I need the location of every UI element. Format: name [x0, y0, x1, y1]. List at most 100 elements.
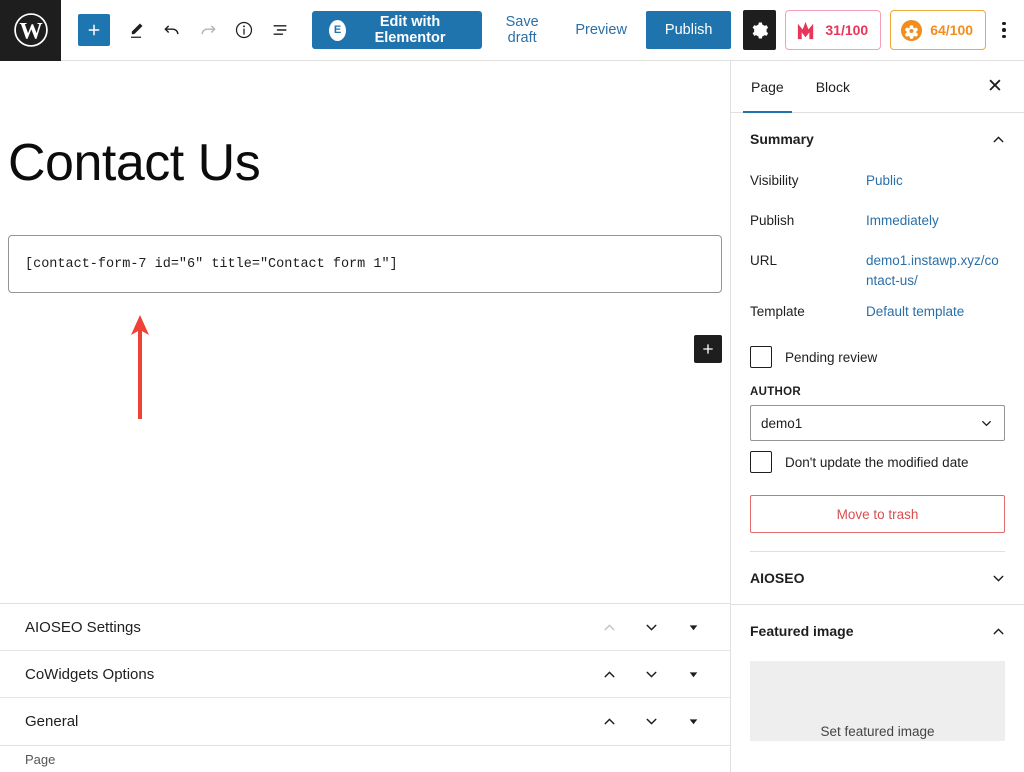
kebab-dot: [1002, 21, 1006, 26]
list-view-icon: [273, 25, 287, 35]
elementor-button-label: Edit with Elementor: [374, 14, 446, 46]
triangle-down-icon: [689, 671, 697, 677]
add-block-button[interactable]: [78, 14, 110, 46]
seo-score-badge[interactable]: 31/100: [785, 10, 882, 50]
move-up-button[interactable]: [588, 702, 630, 742]
preview-button[interactable]: Preview: [562, 12, 640, 48]
visibility-label: Visibility: [750, 173, 799, 188]
meta-box-title: CoWidgets Options: [25, 665, 155, 683]
elementor-logo-icon: E: [329, 19, 347, 41]
sidebar-tabs: Page Block ✕: [731, 61, 1024, 113]
dont-update-date-label: Don't update the modified date: [785, 454, 969, 470]
save-draft-button[interactable]: Save draft: [482, 12, 562, 48]
chevron-down-icon: [646, 671, 656, 678]
publish-button[interactable]: Publish: [645, 11, 732, 49]
performance-gear-icon: [901, 19, 923, 41]
settings-button[interactable]: [743, 10, 777, 50]
toolbar-left-tools: [61, 12, 298, 48]
meta-boxes-area: AIOSEO Settings CoWidgets Options Genera…: [0, 603, 730, 745]
chevron-up-icon: [604, 670, 614, 677]
meta-box-row[interactable]: AIOSEO Settings: [0, 604, 730, 651]
featured-image-section-header[interactable]: Featured image: [731, 605, 1024, 657]
url-value[interactable]: demo1.instawp.xyz/contact-us/: [866, 251, 1005, 290]
author-label: AUTHOR: [750, 386, 801, 399]
chevron-down-icon: [990, 570, 1007, 587]
move-down-button[interactable]: [630, 702, 672, 742]
undo-button[interactable]: [154, 12, 190, 48]
wordpress-logo[interactable]: W: [0, 0, 61, 61]
toggle-panel-button[interactable]: [672, 654, 714, 694]
toggle-panel-button[interactable]: [672, 702, 714, 742]
pending-review-label: Pending review: [785, 349, 878, 365]
triangle-down-icon: [689, 624, 697, 630]
tab-block[interactable]: Block: [800, 61, 866, 112]
url-label: URL: [750, 253, 778, 268]
rankmath-logo-icon: [798, 21, 814, 39]
visibility-value[interactable]: Public: [866, 171, 903, 191]
kebab-dot: [1002, 28, 1006, 32]
performance-score-badge[interactable]: 64/100: [890, 10, 987, 50]
featured-image-title: Featured image: [750, 623, 854, 640]
toggle-panel-button[interactable]: [672, 607, 714, 647]
chevron-down-icon: [982, 420, 991, 426]
summary-title: Summary: [750, 131, 814, 147]
move-up-button[interactable]: [588, 654, 630, 694]
close-sidebar-button[interactable]: ✕: [976, 61, 1014, 112]
publish-value[interactable]: Immediately: [866, 211, 939, 231]
triangle-down-icon: [689, 719, 697, 725]
gear-icon: [753, 22, 769, 38]
breadcrumb-label[interactable]: Page: [25, 752, 55, 767]
template-value[interactable]: Default template: [866, 302, 964, 322]
chevron-down-icon: [646, 718, 656, 725]
template-row: Template Default template: [750, 296, 1005, 336]
author-select[interactable]: demo1: [750, 405, 1005, 442]
author-value: demo1: [761, 415, 803, 431]
details-info-icon: [235, 21, 253, 39]
shortcode-text: [contact-form-7 id="6" title="Contact fo…: [25, 256, 398, 272]
wordpress-block-editor: W E Edit with Elementor Save draft Previ…: [0, 0, 1024, 772]
details-button[interactable]: [226, 12, 262, 48]
svg-text:W: W: [19, 19, 42, 45]
move-down-button[interactable]: [630, 654, 672, 694]
move-up-button[interactable]: [588, 607, 630, 647]
edit-pencil-icon: [131, 23, 143, 38]
summary-section-header[interactable]: Summary: [731, 113, 1024, 165]
redo-icon: [201, 25, 216, 35]
tab-page[interactable]: Page: [735, 61, 800, 113]
settings-sidebar: Page Block ✕ Summary Visibility Public P…: [731, 61, 1024, 772]
publish-row: Publish Immediately: [750, 205, 1005, 245]
aioseo-section-header[interactable]: AIOSEO: [731, 552, 1024, 604]
chevron-down-icon: [646, 624, 656, 631]
set-featured-image-label: Set featured image: [820, 724, 935, 740]
meta-box-row[interactable]: General: [0, 698, 730, 745]
block-inserter-button[interactable]: [694, 335, 722, 363]
more-options-button[interactable]: [990, 10, 1018, 50]
chevron-up-icon: [604, 623, 614, 630]
breadcrumb: Page: [0, 745, 730, 772]
editor-canvas: Contact Us [contact-form-7 id="6" title=…: [0, 61, 731, 772]
meta-box-title: AIOSEO Settings: [25, 618, 141, 636]
aioseo-title: AIOSEO: [750, 570, 805, 587]
dont-update-date-checkbox[interactable]: [750, 451, 772, 474]
chevron-up-icon: [990, 131, 1007, 148]
meta-box-title: General: [25, 713, 79, 730]
set-featured-image-button[interactable]: Set featured image: [750, 661, 1005, 742]
move-down-button[interactable]: [630, 607, 672, 647]
chevron-up-icon: [604, 718, 614, 725]
list-view-button[interactable]: [262, 12, 298, 48]
summary-body: Visibility Public Publish Immediately UR…: [731, 165, 1024, 553]
dont-update-date-row: Don't update the modified date: [750, 441, 1005, 479]
editor-toolbar: W E Edit with Elementor Save draft Previ…: [0, 0, 1024, 61]
performance-score-value: 64/100: [930, 22, 974, 38]
shortcode-block[interactable]: [contact-form-7 id="6" title="Contact fo…: [8, 235, 722, 293]
redo-button[interactable]: [190, 12, 226, 48]
edit-mode-button[interactable]: [118, 12, 154, 48]
pending-review-checkbox[interactable]: [750, 346, 772, 369]
annotation-arrow-icon: [131, 315, 149, 419]
move-to-trash-button[interactable]: Move to trash: [750, 495, 1005, 534]
meta-box-row[interactable]: CoWidgets Options: [0, 651, 730, 698]
plus-icon: [88, 24, 100, 36]
page-title[interactable]: Contact Us: [8, 133, 730, 193]
undo-icon: [164, 25, 179, 35]
edit-with-elementor-button[interactable]: E Edit with Elementor: [312, 11, 482, 49]
